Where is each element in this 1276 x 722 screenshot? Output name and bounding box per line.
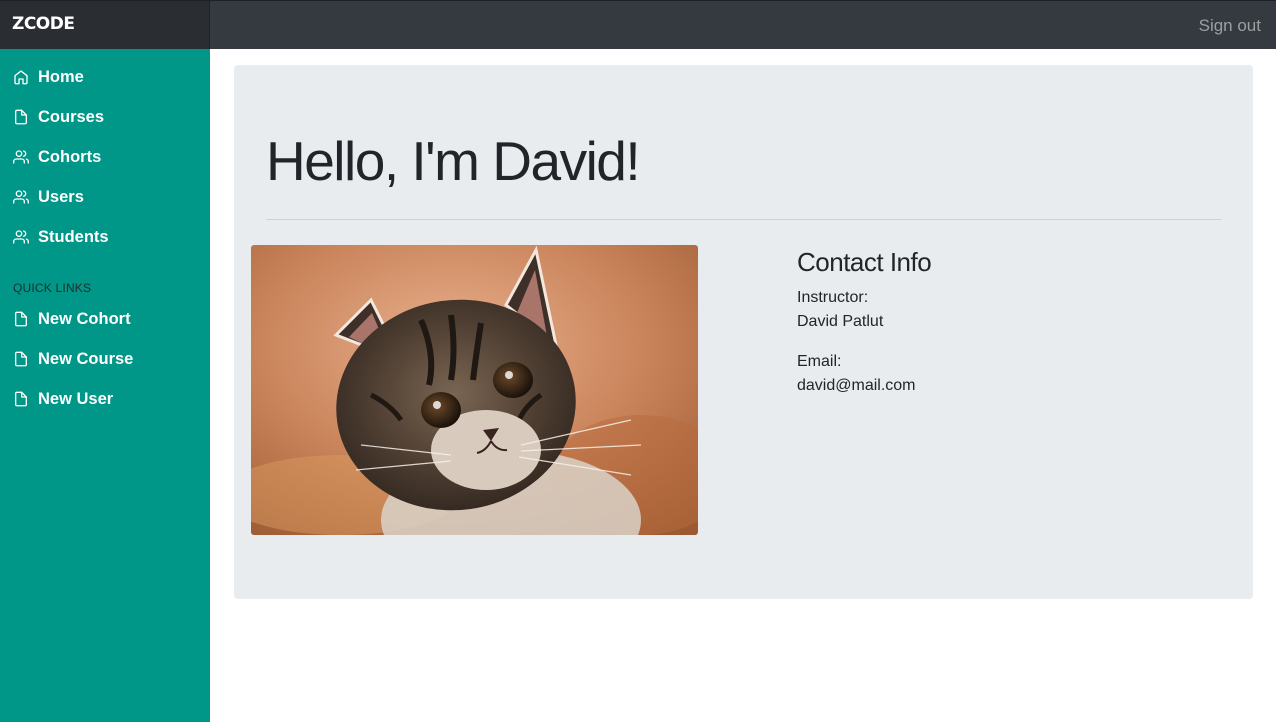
instructor-label: Instructor:	[797, 289, 869, 306]
home-icon	[13, 69, 30, 86]
email-label: Email:	[797, 353, 842, 370]
quick-link-new-cohort[interactable]: New Cohort	[0, 299, 210, 339]
contact-info-heading: Contact Info	[797, 247, 932, 277]
sidebar-item-courses[interactable]: Courses	[0, 97, 210, 137]
sidebar-item-users[interactable]: Users	[0, 177, 210, 217]
sidebar-item-label: Cohorts	[38, 147, 102, 166]
page-title: Hello, I'm David!	[266, 130, 641, 192]
quick-link-label: New Course	[38, 349, 134, 368]
sidebar: Home Courses Cohorts Users Students QUIC…	[0, 49, 210, 722]
file-icon	[13, 311, 30, 328]
quick-links-heading: QUICK LINKS	[13, 281, 92, 295]
quick-link-new-course[interactable]: New Course	[0, 339, 210, 379]
users-icon	[13, 229, 30, 246]
brand-logo[interactable]: ZCODE	[12, 14, 75, 34]
sidebar-item-home[interactable]: Home	[0, 57, 210, 97]
sidebar-item-label: Users	[38, 187, 84, 206]
sidebar-item-label: Students	[38, 227, 109, 246]
profile-jumbotron: Hello, I'm David! Contact Info Instructo…	[234, 65, 1253, 599]
sign-out-link[interactable]: Sign out	[1199, 16, 1261, 36]
sidebar-item-students[interactable]: Students	[0, 217, 210, 257]
file-icon	[13, 351, 30, 368]
quick-link-label: New Cohort	[38, 309, 131, 328]
profile-photo	[251, 245, 698, 535]
sidebar-item-label: Courses	[38, 107, 105, 126]
divider	[266, 219, 1221, 220]
users-icon	[13, 149, 30, 166]
quick-link-label: New User	[38, 389, 114, 408]
file-icon	[13, 109, 30, 126]
sidebar-item-label: Home	[38, 67, 84, 86]
file-icon	[13, 391, 30, 408]
top-navbar: ZCODE Sign out	[0, 0, 1276, 49]
users-icon	[13, 189, 30, 206]
email-value: david@mail.com	[797, 377, 916, 394]
sidebar-item-cohorts[interactable]: Cohorts	[0, 137, 210, 177]
quick-link-new-user[interactable]: New User	[0, 379, 210, 419]
brand[interactable]: ZCODE	[0, 1, 210, 49]
instructor-name: David Patlut	[797, 313, 884, 330]
